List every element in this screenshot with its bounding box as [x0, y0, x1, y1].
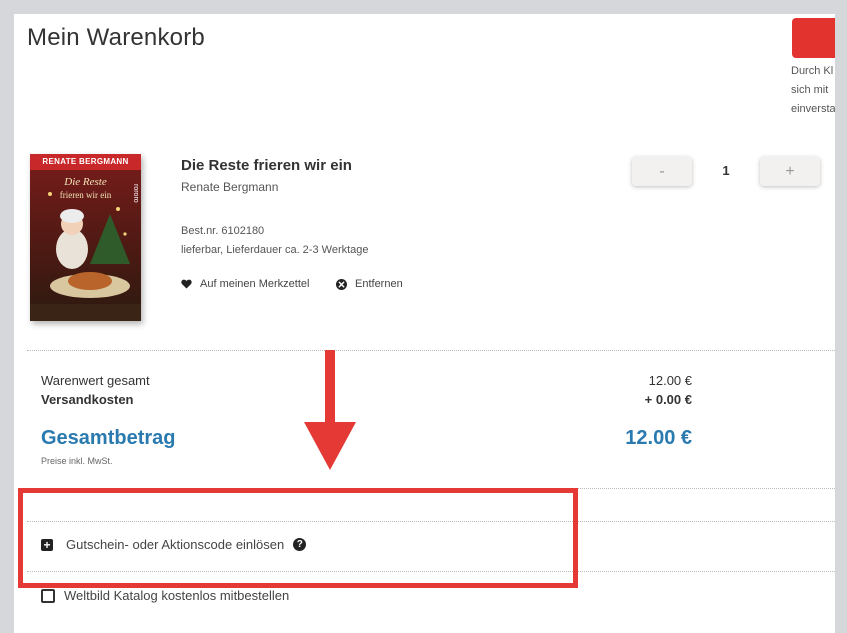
annotation-arrow-icon: [304, 350, 356, 470]
